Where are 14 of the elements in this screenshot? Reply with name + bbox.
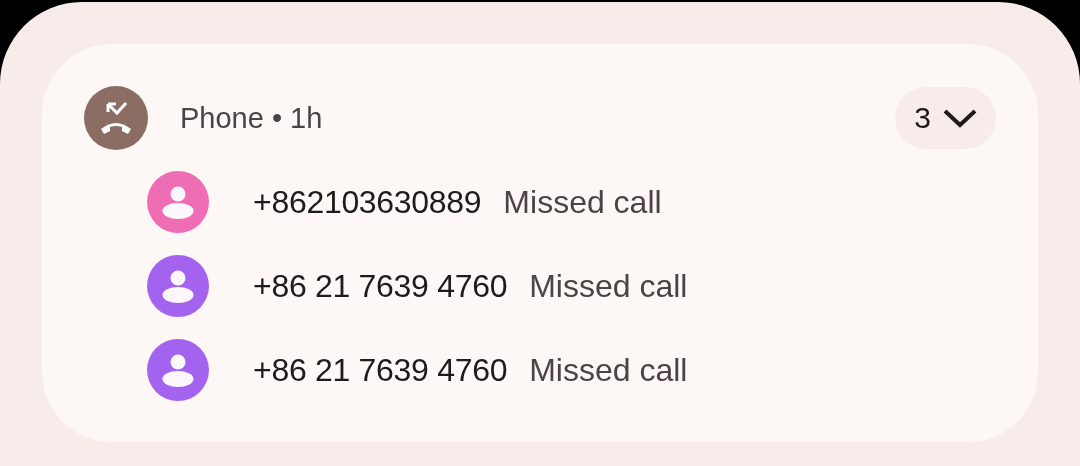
- notification-card[interactable]: Phone • 1h 3 +862103630889 Missed call +86 21 7639 4760 Missed call +86 21 7639 4760 Missed call: [42, 44, 1038, 442]
- missed-call-label: Missed call: [529, 267, 688, 305]
- missed-call-label: Missed call: [529, 351, 688, 389]
- caller-number: +862103630889: [253, 183, 482, 221]
- app-name-time: Phone • 1h: [180, 101, 323, 135]
- missed-call-icon: [84, 86, 148, 150]
- contact-avatar-icon: [147, 339, 209, 401]
- caller-number: +86 21 7639 4760: [253, 351, 508, 389]
- contact-avatar-icon: [147, 171, 209, 233]
- caller-number: +86 21 7639 4760: [253, 267, 508, 305]
- chevron-down-icon: [942, 108, 977, 128]
- expand-button[interactable]: 3: [895, 87, 996, 149]
- missed-call-label: Missed call: [503, 183, 662, 221]
- contact-avatar-icon: [147, 255, 209, 317]
